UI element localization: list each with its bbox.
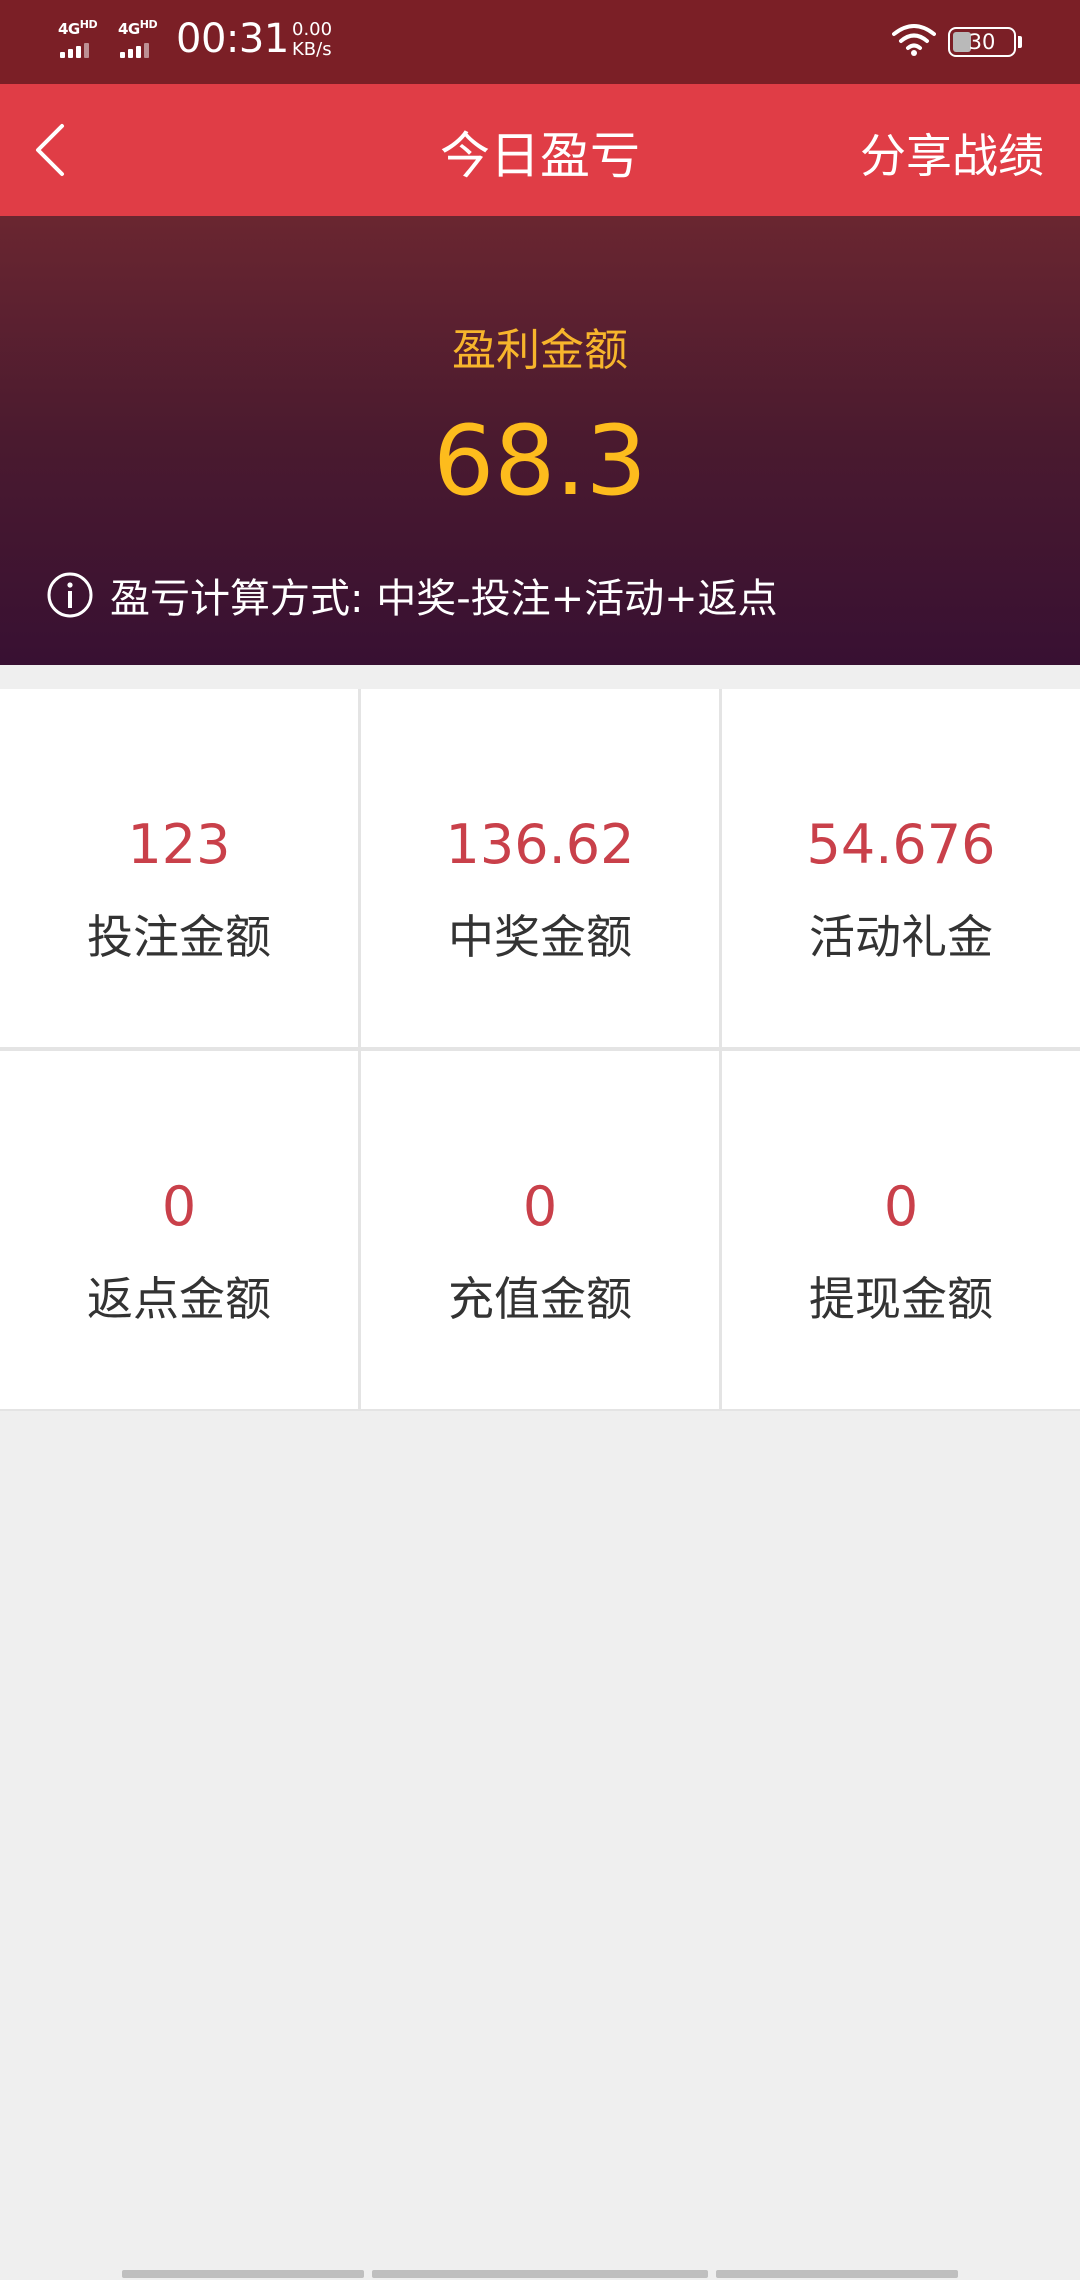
stat-deposit-amount: 0 充值金额 [361,1051,719,1409]
stat-value: 0 [161,1175,197,1238]
stat-label: 充值金额 [448,1272,632,1326]
stat-label: 投注金额 [87,910,271,964]
stat-label: 提现金额 [809,1272,993,1326]
battery-icon: 30 [948,27,1016,57]
battery-level: 30 [968,30,996,54]
scroll-indicator [372,2270,708,2278]
status-time: 00:31 [176,16,289,62]
stat-value: 54.676 [806,813,996,876]
stat-bonus-amount: 54.676 活动礼金 [722,689,1080,1047]
profit-summary: 盈利金额 68.3 盈亏计算方式: 中奖-投注+活动+返点 [0,216,1080,665]
stat-win-amount: 136.62 中奖金额 [361,689,719,1047]
stat-label: 活动礼金 [809,910,993,964]
nav-bar: 今日盈亏 分享战绩 [0,84,1080,216]
formula-text: 盈亏计算方式: 中奖-投注+活动+返点 [110,576,778,622]
info-circle-icon [47,572,93,618]
stat-rebate-amount: 0 返点金额 [0,1051,358,1409]
share-button[interactable]: 分享战绩 [860,120,1044,186]
stat-value: 136.62 [445,813,635,876]
battery-tip [1018,36,1022,48]
status-bar: 4GHD 4GHD 00:31 0.00 KB/s 30 [0,0,1080,84]
stat-value: 0 [522,1175,558,1238]
formula-note: 盈亏计算方式: 中奖-投注+活动+返点 [46,566,778,624]
wifi-icon [892,24,936,56]
stat-value: 0 [883,1175,919,1238]
network-speed: 0.00 KB/s [292,19,333,60]
stat-withdraw-amount: 0 提现金额 [722,1051,1080,1409]
profit-value: 68.3 [433,405,647,517]
stats-grid: 123 投注金额 136.62 中奖金额 54.676 活动礼金 0 返点金额 … [0,689,1080,1411]
stat-label: 中奖金额 [448,910,632,964]
scroll-indicator [716,2270,958,2278]
stat-bet-amount: 123 投注金额 [0,689,358,1047]
scroll-indicator [122,2270,364,2278]
profit-label: 盈利金额 [452,325,628,376]
stat-label: 返点金额 [87,1272,271,1326]
stat-value: 123 [127,813,231,876]
